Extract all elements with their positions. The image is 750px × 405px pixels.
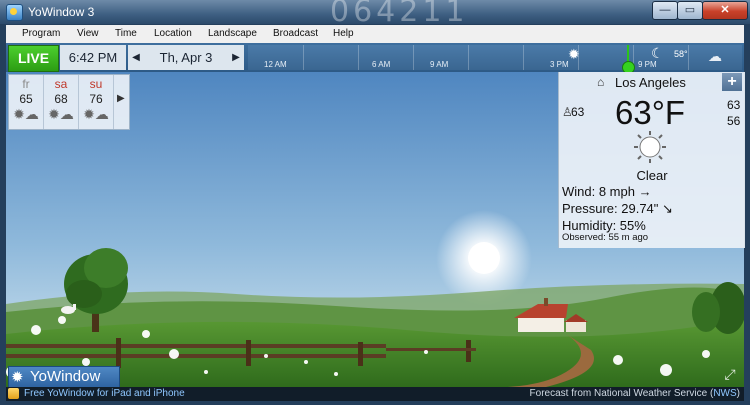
brand-label: YoWindow: [30, 368, 101, 385]
current-temperature: 63°F: [615, 94, 686, 131]
maximize-button[interactable]: ▭: [677, 1, 703, 20]
menu-broadcast[interactable]: Broadcast: [273, 28, 318, 39]
pressure-readout: Pressure: 29.74" ↘: [562, 201, 673, 216]
wind-readout: Wind: 8 mph →: [562, 184, 652, 199]
forecast-day-saturday[interactable]: sa 68 ✹☁: [44, 75, 79, 129]
timeline-cloud-icon: ☁: [708, 48, 722, 64]
timeline-tick: [468, 45, 469, 70]
yowindow-app-icon: [6, 4, 23, 21]
observed-time: Observed: 55 m ago: [562, 232, 649, 243]
sun-cloud-icon: ✹☁: [13, 106, 39, 122]
next-day-button[interactable]: ▶: [230, 45, 242, 70]
timeline-tick: [523, 45, 524, 70]
titlebar-background-digits: 064211: [330, 0, 469, 24]
forecast-next-button[interactable]: ▶: [117, 93, 125, 104]
timeline-tick: [358, 45, 359, 70]
current-conditions-panel: ⌂ Los Angeles + ♙ 63 63°F 63 56 Clear Wi…: [558, 72, 745, 248]
ipad-iphone-promo-link[interactable]: Free YoWindow for iPad and iPhone: [24, 388, 185, 399]
date-selector: ◀ Th, Apr 3 ▶: [128, 45, 244, 70]
timeline-moon-icon: ☾: [651, 45, 664, 61]
timeline-sun-icon: ✹: [568, 46, 580, 62]
menu-view[interactable]: View: [77, 28, 99, 39]
time-bar: LIVE 6:42 PM ◀ Th, Apr 3 ▶ 12 AM 6 AM 9 …: [6, 43, 744, 74]
minimize-button[interactable]: —: [652, 1, 678, 20]
fullscreen-icon[interactable]: ⤢: [720, 364, 740, 384]
day-timeline[interactable]: 12 AM 6 AM 9 AM 3 PM 9 PM ✹ ☾ 58° ☁: [248, 45, 742, 74]
location-name[interactable]: Los Angeles: [615, 75, 686, 90]
timeline-tick: [303, 45, 304, 70]
clear-sun-icon: [634, 131, 666, 163]
close-button[interactable]: ✕: [702, 1, 748, 20]
forecast-strip: fr 65 ✹☁ sa 68 ✹☁ su 76 ✹☁ ▶: [8, 74, 130, 130]
timeline-label-12am: 12 AM: [264, 60, 287, 69]
forecast-day-temp: 68: [54, 92, 68, 106]
forecast-day-temp: 76: [89, 92, 103, 106]
app-window: 064211 YoWindow 3 — ▭ ✕ Program View Tim…: [0, 0, 750, 405]
window-title: YoWindow 3: [28, 5, 95, 19]
menu-time[interactable]: Time: [115, 28, 137, 39]
timeline-temperature: 58°: [674, 49, 688, 59]
menu-help[interactable]: Help: [333, 28, 354, 39]
yowindow-brand-button[interactable]: ✹ YoWindow: [8, 366, 120, 389]
current-time[interactable]: 6:42 PM: [60, 45, 126, 70]
app-promo-icon: [8, 388, 19, 399]
previous-day-button[interactable]: ◀: [130, 45, 142, 70]
forecast-day-friday[interactable]: fr 65 ✹☁: [9, 75, 44, 129]
credit-suffix: ): [736, 388, 740, 399]
timeline-label-6am: 6 AM: [372, 60, 391, 69]
forecast-day-sunday[interactable]: su 76 ✹☁: [79, 75, 114, 129]
menu-bar: Program View Time Location Landscape Bro…: [6, 25, 744, 44]
forecast-credit: Forecast from National Weather Service (…: [530, 388, 740, 399]
sun-cloud-icon: ✹☁: [48, 106, 74, 122]
sun-logo-icon: ✹: [11, 369, 24, 386]
feels-like-temperature: 63: [571, 105, 585, 119]
low-temperature: 56: [727, 114, 741, 128]
weather-condition: Clear: [636, 168, 668, 183]
timeline-label-9am: 9 AM: [430, 60, 449, 69]
status-bar: Free YoWindow for iPad and iPhone Foreca…: [6, 387, 744, 401]
humidity-readout: Humidity: 55%: [562, 218, 646, 233]
menu-program[interactable]: Program: [22, 28, 60, 39]
timeline-label-3pm: 3 PM: [550, 60, 569, 69]
home-icon[interactable]: ⌂: [597, 75, 604, 89]
live-button[interactable]: LIVE: [8, 45, 59, 72]
timeline-tick: [688, 45, 689, 70]
forecast-day-name: su: [89, 77, 103, 91]
timeline-tick: [413, 45, 414, 70]
forecast-day-name: sa: [54, 77, 68, 91]
forecast-day-temp: 65: [19, 92, 33, 106]
nws-link[interactable]: NWS: [713, 388, 736, 399]
forecast-day-name: fr: [22, 77, 30, 91]
add-location-button[interactable]: +: [722, 73, 742, 91]
credit-text: Forecast from National Weather Service (: [529, 388, 714, 399]
title-bar[interactable]: 064211 YoWindow 3 — ▭ ✕: [0, 0, 750, 24]
high-temperature: 63: [727, 98, 741, 112]
menu-location[interactable]: Location: [154, 28, 192, 39]
menu-landscape[interactable]: Landscape: [208, 28, 257, 39]
current-date: Th, Apr 3: [159, 50, 213, 65]
sun-cloud-icon: ✹☁: [83, 106, 109, 122]
